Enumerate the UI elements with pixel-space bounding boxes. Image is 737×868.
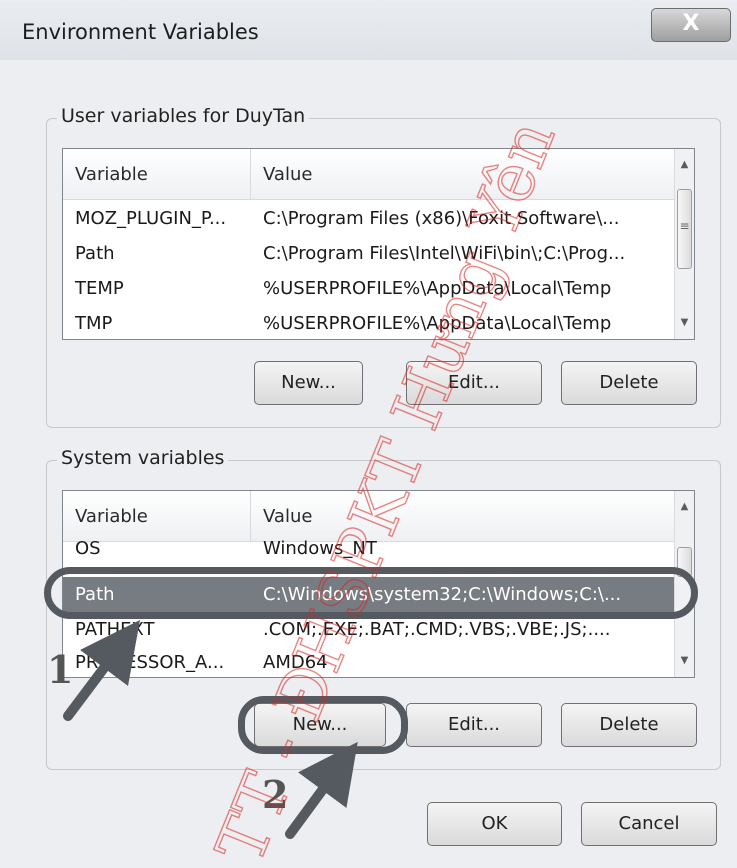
watermark-text: TT - ĐHSPKT Hưng Yên [201, 109, 570, 868]
watermark: TT - ĐHSPKT Hưng Yên [0, 0, 737, 868]
environment-variables-dialog: Environment Variables X User variables f… [0, 0, 737, 868]
